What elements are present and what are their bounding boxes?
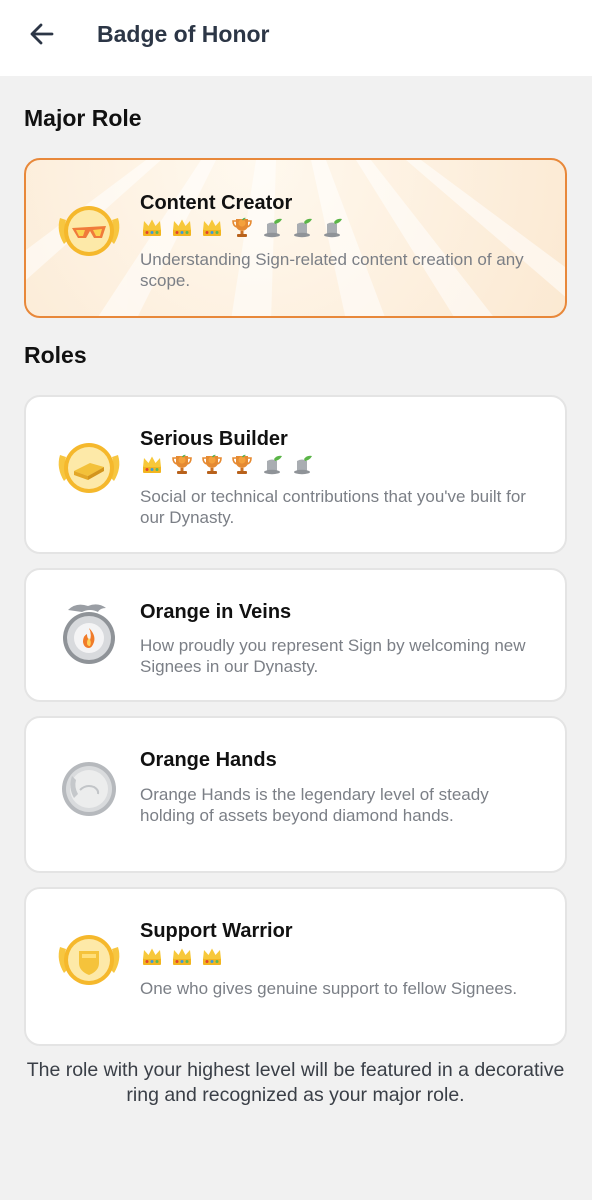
crown-level-icon — [173, 948, 191, 965]
roles-heading: Roles — [24, 342, 87, 368]
back-button[interactable] — [20, 14, 64, 54]
role-description: Social or technical contributions that y… — [140, 487, 526, 527]
role-description: How proudly you represent Sign by welcom… — [140, 636, 526, 676]
brick-badge-icon — [54, 433, 124, 503]
major-role-heading: Major Role — [24, 105, 142, 131]
crown-level-icon — [203, 219, 221, 236]
role-description: Orange Hands is the legendary level of s… — [140, 785, 489, 825]
crown-level-icon — [143, 948, 161, 965]
role-name: Serious Builder — [140, 428, 288, 450]
major-role-levels — [140, 216, 344, 240]
trophy-level-icon — [232, 217, 252, 237]
trophy-level-icon — [172, 454, 192, 474]
crown-level-icon — [143, 456, 161, 473]
shield-badge-icon — [54, 925, 124, 995]
role-levels — [140, 453, 314, 477]
tophat-level-icon — [294, 455, 312, 475]
role-card-support-warrior[interactable]: Support Warrior One who gives genuine su… — [24, 887, 567, 1046]
role-name: Orange in Veins — [140, 601, 292, 623]
role-card-serious-builder[interactable]: Serious Builder Social or technical cont… — [24, 395, 567, 554]
dragon-flame-badge-icon — [54, 600, 124, 670]
role-levels — [140, 945, 224, 969]
top-bar: Badge of Honor — [0, 0, 592, 76]
major-role-description: Understanding Sign-related content creat… — [140, 250, 524, 290]
role-name: Support Warrior — [140, 920, 293, 942]
page-title: Badge of Honor — [97, 21, 270, 47]
trophy-level-icon — [202, 454, 222, 474]
silver-coin-badge-icon — [54, 754, 124, 824]
role-description: One who gives genuine support to fellow … — [140, 979, 518, 998]
role-card-orange-hands[interactable]: Orange Hands Orange Hands is the legenda… — [24, 716, 567, 873]
role-card-orange-in-veins[interactable]: Orange in Veins How proudly you represen… — [24, 568, 567, 702]
crown-level-icon — [173, 219, 191, 236]
tophat-level-icon — [264, 455, 282, 475]
sunglasses-badge-icon — [54, 196, 124, 266]
trophy-level-icon — [232, 454, 252, 474]
tophat-level-icon — [324, 218, 342, 238]
arrow-left-icon — [30, 23, 54, 45]
role-name: Orange Hands — [140, 749, 277, 771]
crown-level-icon — [203, 948, 221, 965]
tophat-level-icon — [264, 218, 282, 238]
footer-note: The role with your highest level will be… — [26, 1059, 565, 1106]
major-role-card[interactable]: Content Creator Understanding Sign-relat… — [24, 158, 567, 318]
crown-level-icon — [143, 219, 161, 236]
major-role-name: Content Creator — [140, 192, 293, 214]
tophat-level-icon — [294, 218, 312, 238]
